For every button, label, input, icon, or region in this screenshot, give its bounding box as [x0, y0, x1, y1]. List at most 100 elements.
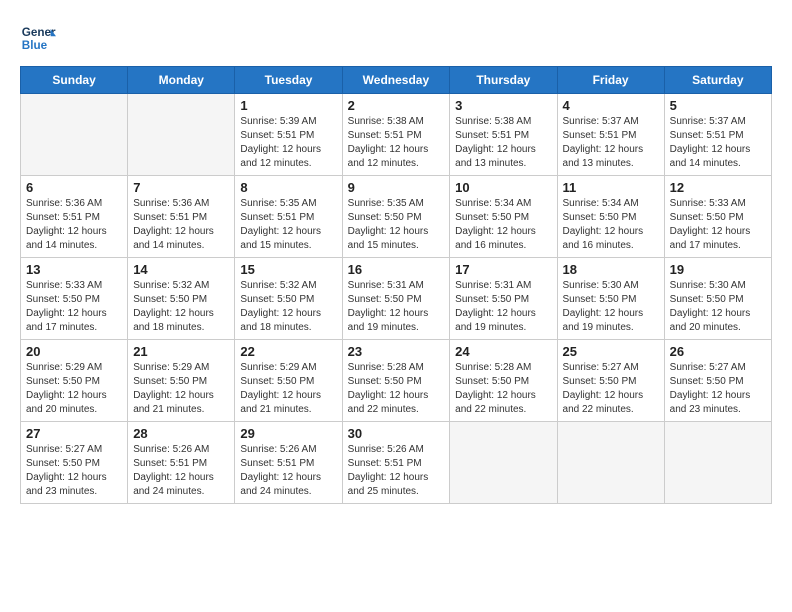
cell-info: Sunset: 5:50 PM: [563, 211, 659, 225]
calendar-cell: 22Sunrise: 5:29 AMSunset: 5:50 PMDayligh…: [235, 340, 342, 422]
cell-info: Sunrise: 5:30 AM: [670, 279, 766, 293]
cell-info: Sunrise: 5:34 AM: [563, 197, 659, 211]
cell-info: Sunset: 5:51 PM: [133, 457, 229, 471]
calendar-cell: 28Sunrise: 5:26 AMSunset: 5:51 PMDayligh…: [128, 422, 235, 504]
day-number: 15: [240, 262, 336, 277]
cell-info: Sunset: 5:51 PM: [455, 129, 551, 143]
cell-info: Sunrise: 5:39 AM: [240, 115, 336, 129]
cell-info: Sunrise: 5:31 AM: [455, 279, 551, 293]
cell-info: Sunset: 5:50 PM: [133, 375, 229, 389]
day-number: 27: [26, 426, 122, 441]
cell-info: Sunset: 5:50 PM: [240, 293, 336, 307]
cell-info: Sunset: 5:50 PM: [26, 293, 122, 307]
cell-info: Sunrise: 5:35 AM: [348, 197, 445, 211]
cell-info: Sunrise: 5:32 AM: [133, 279, 229, 293]
cell-info: Sunrise: 5:26 AM: [133, 443, 229, 457]
cell-info: Sunrise: 5:32 AM: [240, 279, 336, 293]
day-number: 11: [563, 180, 659, 195]
day-number: 20: [26, 344, 122, 359]
logo: General Blue: [20, 20, 56, 56]
calendar-cell: 17 Sunrise: 5:31 AMSunset: 5:50 PMDayligh…: [450, 258, 557, 340]
calendar-cell: 25Sunrise: 5:27 AMSunset: 5:50 PMDayligh…: [557, 340, 664, 422]
day-number: 17: [455, 262, 551, 277]
day-header-tuesday: Tuesday: [235, 67, 342, 94]
calendar-cell: [450, 422, 557, 504]
cell-info: Daylight: 12 hours and 12 minutes.: [240, 143, 336, 171]
day-header-thursday: Thursday: [450, 67, 557, 94]
cell-info: Sunrise: 5:36 AM: [133, 197, 229, 211]
cell-info: Daylight: 12 hours and 13 minutes.: [455, 143, 551, 171]
day-number: 5: [670, 98, 766, 113]
calendar-table: SundayMondayTuesdayWednesdayThursdayFrid…: [20, 66, 772, 504]
calendar-cell: 11Sunrise: 5:34 AMSunset: 5:50 PMDayligh…: [557, 176, 664, 258]
cell-info: Sunrise: 5:36 AM: [26, 197, 122, 211]
cell-info: Sunrise: 5:26 AM: [240, 443, 336, 457]
cell-info: Daylight: 12 hours and 18 minutes.: [240, 307, 336, 335]
cell-info: Sunset: 5:51 PM: [348, 129, 445, 143]
calendar-cell: 19 Sunrise: 5:30 AMSunset: 5:50 PMDayligh…: [664, 258, 771, 340]
cell-info: Daylight: 12 hours and 15 minutes.: [348, 225, 445, 253]
cell-info: Sunrise: 5:31 AM: [348, 279, 445, 293]
cell-info: Daylight: 12 hours and 23 minutes.: [670, 389, 766, 417]
cell-info: Sunset: 5:50 PM: [26, 375, 122, 389]
calendar-cell: 14Sunrise: 5:32 AMSunset: 5:50 PMDayligh…: [128, 258, 235, 340]
logo-icon: General Blue: [20, 20, 56, 56]
cell-info: Sunset: 5:50 PM: [455, 293, 551, 307]
cell-info: Sunset: 5:51 PM: [133, 211, 229, 225]
cell-info: Sunset: 5:50 PM: [348, 375, 445, 389]
cell-info: Daylight: 12 hours and 22 minutes.: [563, 389, 659, 417]
calendar-cell: 5Sunrise: 5:37 AMSunset: 5:51 PMDaylight…: [664, 94, 771, 176]
calendar-cell: 7Sunrise: 5:36 AMSunset: 5:51 PMDaylight…: [128, 176, 235, 258]
calendar-cell: 21Sunrise: 5:29 AMSunset: 5:50 PMDayligh…: [128, 340, 235, 422]
cell-info: Sunrise: 5:27 AM: [670, 361, 766, 375]
cell-info: Daylight: 12 hours and 19 minutes.: [563, 307, 659, 335]
cell-info: Sunset: 5:51 PM: [240, 457, 336, 471]
calendar-cell: 6Sunrise: 5:36 AMSunset: 5:51 PMDaylight…: [21, 176, 128, 258]
calendar-cell: 12Sunrise: 5:33 AMSunset: 5:50 PMDayligh…: [664, 176, 771, 258]
calendar-cell: 1Sunrise: 5:39 AMSunset: 5:51 PMDaylight…: [235, 94, 342, 176]
cell-info: Sunset: 5:50 PM: [670, 293, 766, 307]
calendar-cell: 13Sunrise: 5:33 AMSunset: 5:50 PMDayligh…: [21, 258, 128, 340]
calendar-cell: 15 Sunrise: 5:32 AMSunset: 5:50 PMDayligh…: [235, 258, 342, 340]
cell-info: Daylight: 12 hours and 24 minutes.: [240, 471, 336, 499]
calendar-cell: 3 Sunrise: 5:38 AMSunset: 5:51 PMDaylight…: [450, 94, 557, 176]
cell-info: Daylight: 12 hours and 19 minutes.: [455, 307, 551, 335]
day-number: 3: [455, 98, 551, 113]
day-number: 12: [670, 180, 766, 195]
calendar-cell: 18Sunrise: 5:30 AMSunset: 5:50 PMDayligh…: [557, 258, 664, 340]
calendar-cell: 30Sunrise: 5:26 AMSunset: 5:51 PMDayligh…: [342, 422, 450, 504]
calendar-cell: 2Sunrise: 5:38 AMSunset: 5:51 PMDaylight…: [342, 94, 450, 176]
day-number: 7: [133, 180, 229, 195]
day-number: 24: [455, 344, 551, 359]
calendar-cell: 8Sunrise: 5:35 AMSunset: 5:51 PMDaylight…: [235, 176, 342, 258]
cell-info: Sunset: 5:50 PM: [670, 375, 766, 389]
day-number: 30: [348, 426, 445, 441]
cell-info: Sunset: 5:51 PM: [563, 129, 659, 143]
calendar-cell: 4Sunrise: 5:37 AMSunset: 5:51 PMDaylight…: [557, 94, 664, 176]
cell-info: Daylight: 12 hours and 21 minutes.: [240, 389, 336, 417]
cell-info: Daylight: 12 hours and 14 minutes.: [26, 225, 122, 253]
cell-info: Daylight: 12 hours and 16 minutes.: [455, 225, 551, 253]
day-number: 28: [133, 426, 229, 441]
cell-info: Daylight: 12 hours and 14 minutes.: [670, 143, 766, 171]
cell-info: Sunrise: 5:35 AM: [240, 197, 336, 211]
calendar-cell: [128, 94, 235, 176]
cell-info: Daylight: 12 hours and 21 minutes.: [133, 389, 229, 417]
day-number: 14: [133, 262, 229, 277]
cell-info: Sunrise: 5:29 AM: [133, 361, 229, 375]
cell-info: Sunrise: 5:29 AM: [26, 361, 122, 375]
cell-info: Sunrise: 5:38 AM: [455, 115, 551, 129]
day-number: 18: [563, 262, 659, 277]
cell-info: Daylight: 12 hours and 22 minutes.: [455, 389, 551, 417]
cell-info: Sunset: 5:50 PM: [563, 375, 659, 389]
cell-info: Daylight: 12 hours and 20 minutes.: [26, 389, 122, 417]
day-number: 26: [670, 344, 766, 359]
cell-info: Sunset: 5:50 PM: [26, 457, 122, 471]
day-number: 9: [348, 180, 445, 195]
cell-info: Daylight: 12 hours and 20 minutes.: [670, 307, 766, 335]
day-number: 4: [563, 98, 659, 113]
day-header-friday: Friday: [557, 67, 664, 94]
cell-info: Sunset: 5:51 PM: [348, 457, 445, 471]
day-number: 16: [348, 262, 445, 277]
day-number: 19: [670, 262, 766, 277]
